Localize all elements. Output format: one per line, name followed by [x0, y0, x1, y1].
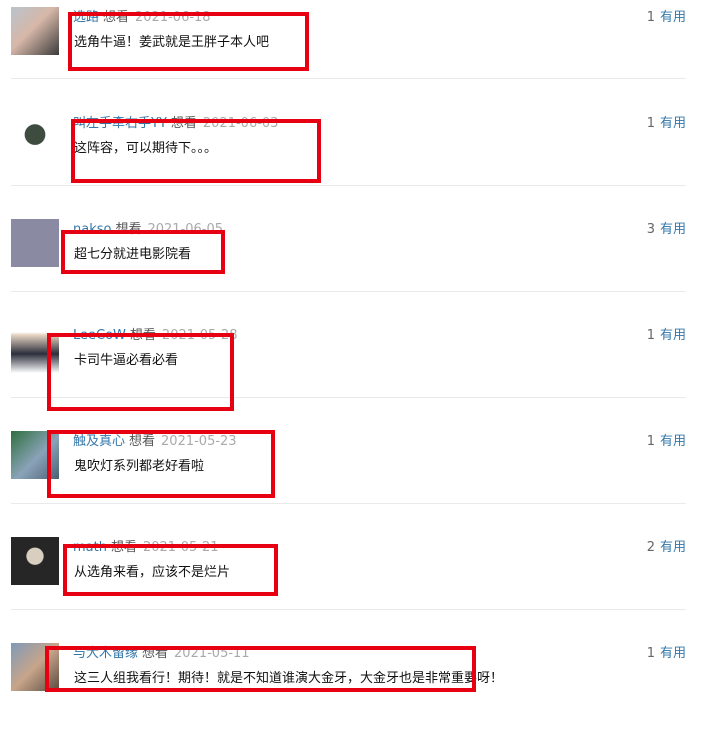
vote-area: 1 有用	[647, 10, 686, 26]
vote-area: 2 有用	[647, 540, 686, 556]
divider	[11, 78, 686, 79]
vote-area: 1 有用	[647, 328, 686, 344]
vote-count: 1	[646, 646, 655, 661]
divider	[11, 609, 686, 610]
useful-vote-link[interactable]: 有用	[660, 116, 686, 131]
divider	[11, 291, 686, 292]
useful-vote-link[interactable]: 有用	[660, 646, 686, 661]
highlight-box	[71, 119, 321, 183]
vote-area: 3 有用	[647, 222, 686, 238]
vote-count: 3	[646, 222, 655, 237]
vote-area: 1 有用	[647, 646, 686, 662]
useful-vote-link[interactable]: 有用	[660, 10, 686, 25]
highlight-box	[68, 12, 309, 71]
highlight-box	[45, 646, 476, 692]
highlight-box	[47, 430, 275, 498]
useful-vote-link[interactable]: 有用	[660, 434, 686, 449]
vote-area: 1 有用	[647, 434, 686, 450]
divider	[11, 503, 686, 504]
vote-count: 1	[646, 116, 655, 131]
highlight-box	[63, 544, 278, 596]
useful-vote-link[interactable]: 有用	[660, 328, 686, 343]
highlight-box	[47, 333, 234, 411]
vote-count: 1	[646, 10, 655, 25]
useful-vote-link[interactable]: 有用	[660, 540, 686, 555]
vote-count: 1	[646, 434, 655, 449]
avatar[interactable]	[11, 219, 59, 267]
vote-area: 1 有用	[647, 116, 686, 132]
avatar[interactable]	[11, 113, 59, 161]
vote-count: 2	[646, 540, 655, 555]
avatar[interactable]	[11, 7, 59, 55]
useful-vote-link[interactable]: 有用	[660, 222, 686, 237]
divider	[11, 185, 686, 186]
avatar[interactable]	[11, 537, 59, 585]
highlight-box	[61, 230, 225, 274]
vote-count: 1	[646, 328, 655, 343]
comment-list: 选路 想看 2021-06-18 选角牛逼！姜武就是王胖子本人吧 1 有用 叫左手牵右…	[0, 0, 706, 693]
